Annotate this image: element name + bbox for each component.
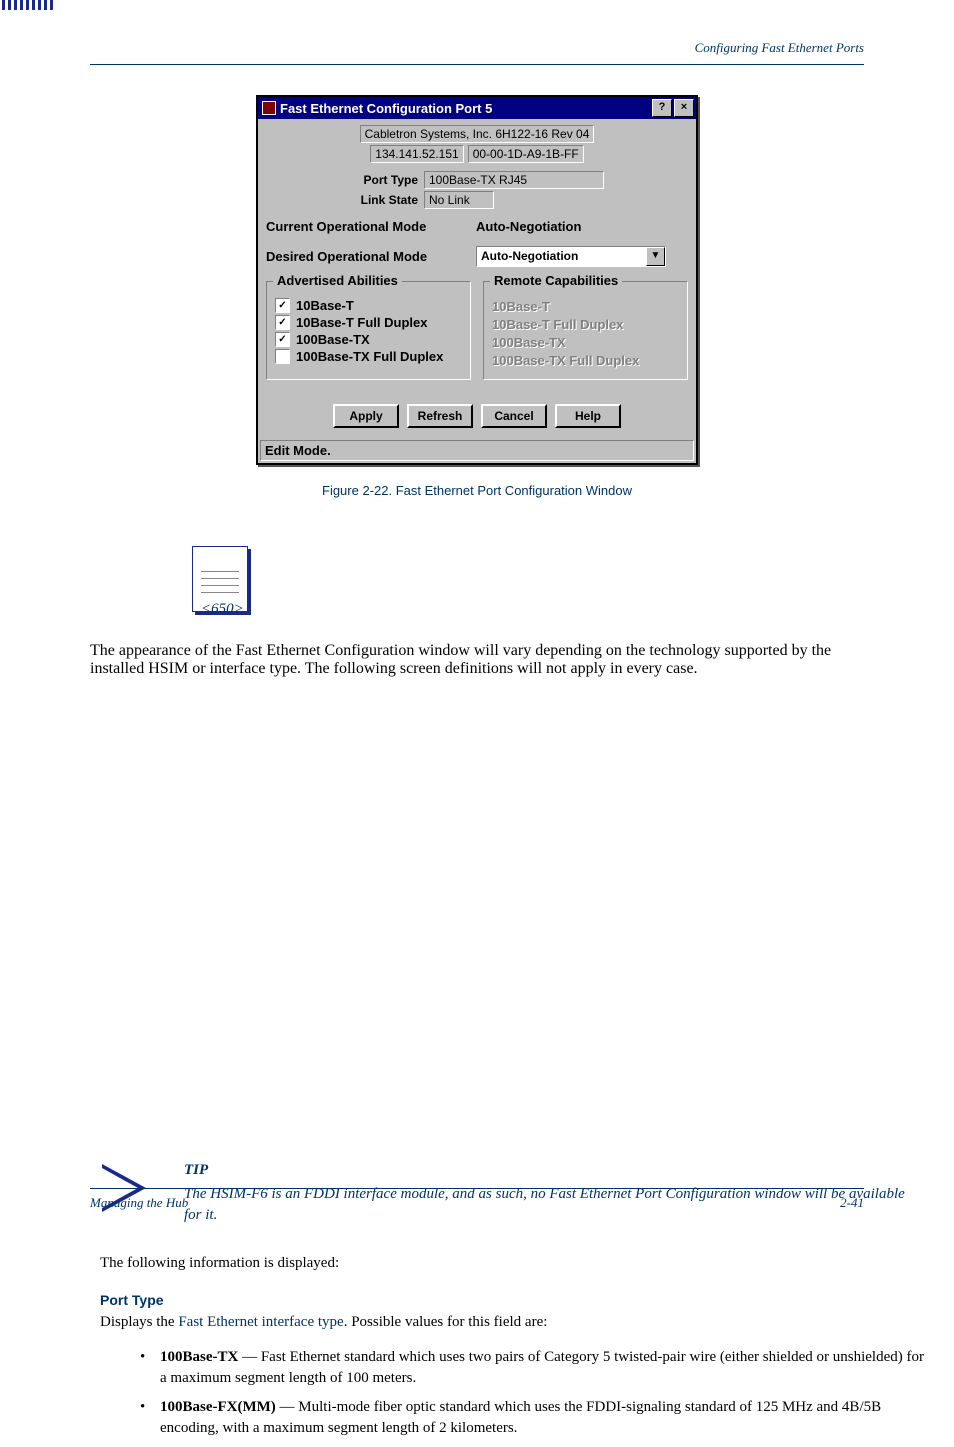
checkbox-100base-tx-fd[interactable]: 100Base-TX Full Duplex (275, 349, 462, 364)
mac-address: 00-00-1D-A9-1B-FF (468, 145, 584, 163)
tip-heading: TIP (184, 1162, 208, 1178)
help-button[interactable]: ? (652, 99, 672, 117)
checkbox-10base-t-fd[interactable]: ✓ 10Base-T Full Duplex (275, 315, 462, 330)
checkbox-icon[interactable] (275, 349, 290, 364)
port-type-heading: Port Type (100, 1292, 954, 1308)
remote-title: Remote Capabilities (490, 273, 622, 288)
desired-mode-label: Desired Operational Mode (266, 249, 476, 264)
checkbox-icon[interactable]: ✓ (275, 332, 290, 347)
dialog-fast-ethernet-config: Fast Ethernet Configuration Port 5 ? × C… (256, 95, 698, 465)
checkbox-100base-tx[interactable]: ✓ 100Base-TX (275, 332, 462, 347)
note-text: The appearance of the Fast Ethernet Conf… (90, 642, 831, 677)
remote-item: 100Base-TX Full Duplex (492, 353, 679, 368)
port-type-desc: Displays the Fast Ethernet interface typ… (100, 1312, 954, 1333)
link-state-value: No Link (424, 191, 494, 209)
close-button[interactable]: × (674, 99, 694, 117)
checkbox-icon[interactable]: ✓ (275, 315, 290, 330)
port-type-label: Port Type (266, 173, 424, 187)
apply-button[interactable]: Apply (333, 404, 399, 428)
footer-left: Managing the Hub (90, 1195, 188, 1211)
note-block: <650> (190, 538, 864, 614)
link-state-label: Link State (266, 193, 424, 207)
intro-text: The following information is displayed: (100, 1253, 954, 1274)
remote-item: 100Base-TX (492, 335, 679, 350)
bullet-item: 100Base-TX — Fast Ethernet standard whic… (140, 1347, 924, 1389)
title-bar[interactable]: Fast Ethernet Configuration Port 5 ? × (258, 97, 696, 119)
app-icon (262, 101, 276, 115)
page-header: Configuring Fast Ethernet Ports (90, 40, 864, 65)
status-bar: Edit Mode. (260, 440, 694, 461)
checkbox-icon[interactable]: ✓ (275, 298, 290, 313)
port-type-link[interactable]: Fast Ethernet interface type (178, 1314, 343, 1330)
vendor-info: Cabletron Systems, Inc. 6H122-16 Rev 04 (360, 125, 595, 143)
remote-capabilities-group: Remote Capabilities 10Base-T 10Base-T Fu… (483, 281, 688, 380)
current-mode-label: Current Operational Mode (266, 219, 476, 234)
window-title: Fast Ethernet Configuration Port 5 (280, 101, 650, 116)
figure-caption: Figure 2-22. Fast Ethernet Port Configur… (90, 483, 864, 498)
advertised-title: Advertised Abilities (273, 273, 402, 288)
remote-item: 10Base-T Full Duplex (492, 317, 679, 332)
desired-mode-select[interactable]: Auto-Negotiation ▼ (476, 246, 666, 267)
page-footer: Managing the Hub 2-41 (90, 1188, 864, 1211)
help-button[interactable]: Help (555, 404, 621, 428)
advertised-abilities-group: Advertised Abilities ✓ 10Base-T ✓ 10Base… (266, 281, 471, 380)
cancel-button[interactable]: Cancel (481, 404, 547, 428)
footer-right: 2-41 (840, 1195, 864, 1211)
port-type-value: 100Base-TX RJ45 (424, 171, 604, 189)
remote-item: 10Base-T (492, 299, 679, 314)
header-right: Configuring Fast Ethernet Ports (695, 40, 864, 56)
ip-address: 134.141.52.151 (370, 145, 463, 163)
refresh-button[interactable]: Refresh (407, 404, 473, 428)
bullet-item: 100Base-FX(MM) — Multi-mode fiber optic … (140, 1397, 924, 1439)
checkbox-10base-t[interactable]: ✓ 10Base-T (275, 298, 462, 313)
chevron-down-icon[interactable]: ▼ (646, 247, 665, 266)
bullet-list: 100Base-TX — Fast Ethernet standard whic… (100, 1347, 954, 1439)
current-mode-value: Auto-Negotiation (476, 219, 581, 234)
note-icon: <650> (190, 538, 254, 614)
desired-mode-selected: Auto-Negotiation (477, 247, 646, 266)
